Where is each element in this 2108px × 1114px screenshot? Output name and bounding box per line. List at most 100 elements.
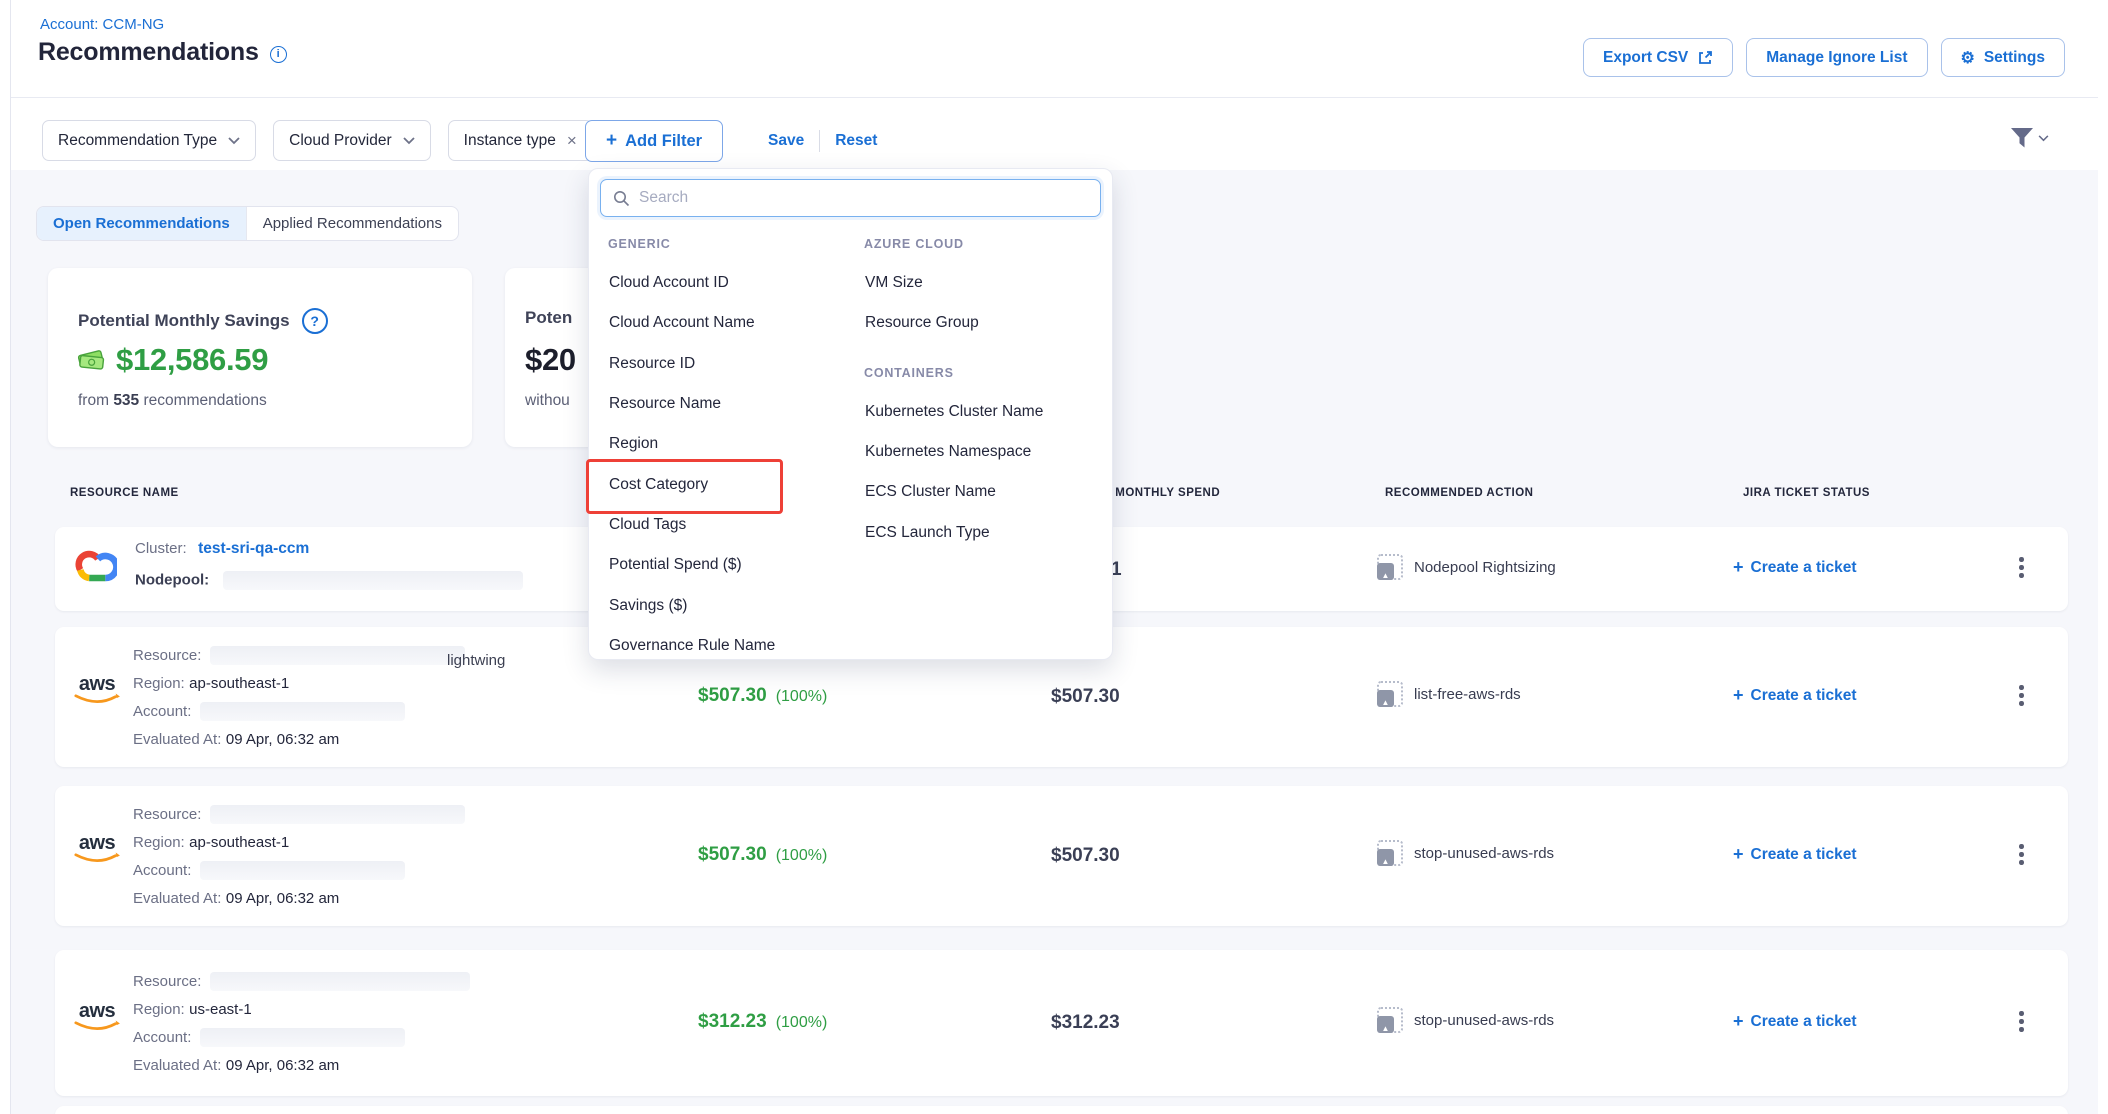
filter-option[interactable]: ECS Cluster Name xyxy=(864,472,1104,512)
table-row[interactable]: aws Resource: Region: us-east-1 Account:… xyxy=(55,950,2068,1096)
card-title-partial: Poten xyxy=(525,308,572,328)
row-field-label: Cluster: xyxy=(135,540,187,557)
savings-value: $12,586.59 xyxy=(116,342,268,378)
reset-filter-link[interactable]: Reset xyxy=(835,132,877,150)
evaluated-value: 09 Apr, 06:32 am xyxy=(226,890,339,907)
savings-cell: $507.30(100%) xyxy=(698,685,827,707)
search-input[interactable] xyxy=(639,189,1088,207)
plus-icon: + xyxy=(1733,1011,1744,1032)
row-field-label: Evaluated At: xyxy=(133,731,221,748)
filter-option[interactable]: Region xyxy=(608,424,853,464)
redacted-value xyxy=(200,1028,405,1047)
add-filter-button[interactable]: + Add Filter xyxy=(585,120,723,162)
recommended-action-cell: ▲ Nodepool Rightsizing xyxy=(1377,554,1556,580)
tab-open-recommendations[interactable]: Open Recommendations xyxy=(37,207,246,240)
plus-icon: + xyxy=(1733,557,1744,578)
redacted-value xyxy=(223,571,523,590)
action-label: stop-unused-aws-rds xyxy=(1414,1012,1554,1029)
row-field-label: Region: xyxy=(133,1001,185,1018)
redacted-value xyxy=(210,805,465,824)
spend-subtext-partial: withou xyxy=(525,392,570,410)
aws-logo-icon: aws xyxy=(71,1002,123,1033)
filter-option[interactable]: ECS Launch Type xyxy=(864,512,1104,552)
chevron-down-icon xyxy=(403,137,415,145)
settings-button[interactable]: ⚙ Settings xyxy=(1941,38,2066,77)
gcp-logo-icon xyxy=(73,549,117,585)
region-value: ap-southeast-1 xyxy=(189,675,289,692)
row-field-label: Account: xyxy=(133,1029,191,1046)
tab-applied-recommendations[interactable]: Applied Recommendations xyxy=(246,207,458,240)
export-csv-button[interactable]: Export CSV xyxy=(1583,38,1733,77)
spend-cell: $507.30 xyxy=(1051,845,1120,867)
help-icon[interactable]: ? xyxy=(302,308,328,334)
close-icon[interactable]: × xyxy=(567,131,577,151)
create-ticket-button[interactable]: + Create a ticket xyxy=(1733,685,1857,706)
filter-section-heading: CONTAINERS xyxy=(864,354,1104,392)
kebab-menu-icon[interactable] xyxy=(2013,838,2030,871)
filter-option[interactable]: Resource ID xyxy=(608,344,853,384)
action-label: list-free-aws-rds xyxy=(1414,686,1521,703)
filter-option[interactable]: Resource Group xyxy=(864,303,1104,343)
table-row[interactable]: aws Resource: Region: ap-southeast-1 Acc… xyxy=(55,786,2068,926)
manage-ignore-list-button[interactable]: Manage Ignore List xyxy=(1746,38,1927,77)
create-ticket-button[interactable]: + Create a ticket xyxy=(1733,844,1857,865)
kebab-menu-icon[interactable] xyxy=(2013,1005,2030,1038)
filter-option[interactable]: Governance Rule Name xyxy=(608,626,853,666)
resource-name-fragment: lightwing xyxy=(447,652,505,669)
filter-option[interactable]: Resource Name xyxy=(608,384,853,424)
divider xyxy=(819,130,820,152)
plus-icon: + xyxy=(606,130,617,152)
spend-cell: $507.30 xyxy=(1051,686,1120,708)
action-label: Nodepool Rightsizing xyxy=(1414,559,1556,576)
search-icon xyxy=(613,190,630,207)
filter-option[interactable]: Cloud Account Name xyxy=(608,303,853,343)
filter-option[interactable]: Cloud Account ID xyxy=(608,263,853,303)
filter-option[interactable]: VM Size xyxy=(864,263,1104,303)
gear-icon: ⚙ xyxy=(1961,48,1975,68)
row-field-label: Resource: xyxy=(133,973,201,990)
money-icon xyxy=(76,348,106,372)
aws-logo-icon: aws xyxy=(71,675,123,706)
add-filter-dropdown: GENERIC Cloud Account ID Cloud Account N… xyxy=(588,168,1113,660)
filter-chip-instance-type[interactable]: Instance type × xyxy=(448,120,593,161)
action-placeholder-icon: ▲ xyxy=(1377,681,1403,707)
action-label: stop-unused-aws-rds xyxy=(1414,845,1554,862)
aws-logo-icon: aws xyxy=(71,834,123,865)
filter-option-cost-category[interactable]: Cost Category xyxy=(608,464,853,504)
kebab-menu-icon[interactable] xyxy=(2013,679,2030,712)
create-ticket-button[interactable]: + Create a ticket xyxy=(1733,557,1857,578)
filter-chip-cloud-provider[interactable]: Cloud Provider xyxy=(273,120,431,161)
recommendations-tabs: Open Recommendations Applied Recommendat… xyxy=(36,206,459,241)
account-breadcrumb-link[interactable]: Account: CCM-NG xyxy=(40,16,164,33)
filter-option[interactable]: Cloud Tags xyxy=(608,505,853,545)
savings-cell: $507.30(100%) xyxy=(698,844,827,866)
row-field-label: Account: xyxy=(133,862,191,879)
create-ticket-button[interactable]: + Create a ticket xyxy=(1733,1011,1857,1032)
filter-funnel-control[interactable] xyxy=(2010,127,2049,149)
filter-option[interactable]: Savings ($) xyxy=(608,585,853,625)
kebab-menu-icon[interactable] xyxy=(2013,551,2030,584)
region-value: us-east-1 xyxy=(189,1001,252,1018)
redacted-value xyxy=(200,861,405,880)
spend-cell: $312.23 xyxy=(1051,1012,1120,1034)
redacted-value xyxy=(210,646,465,665)
redacted-value xyxy=(210,972,470,991)
recommended-action-cell: ▲ stop-unused-aws-rds xyxy=(1377,840,1554,866)
card-title: Potential Monthly Savings xyxy=(78,311,290,331)
filter-chip-recommendation-type[interactable]: Recommendation Type xyxy=(42,120,256,161)
info-icon[interactable]: i xyxy=(270,46,287,63)
search-box xyxy=(600,179,1101,217)
action-placeholder-icon: ▲ xyxy=(1377,840,1403,866)
recommendations-screen: Account: CCM-NG Recommendations i Export… xyxy=(0,0,2108,1114)
row-field-label: Evaluated At: xyxy=(133,1057,221,1074)
savings-subtext: from 535 recommendations xyxy=(78,392,267,410)
filter-option[interactable]: Kubernetes Cluster Name xyxy=(864,392,1104,432)
row-field-label: Resource: xyxy=(133,647,201,664)
recommended-action-cell: ▲ stop-unused-aws-rds xyxy=(1377,1007,1554,1033)
filter-option[interactable]: Potential Spend ($) xyxy=(608,545,853,585)
spend-value-partial: $20 xyxy=(525,342,576,378)
save-filter-link[interactable]: Save xyxy=(768,132,804,150)
recommended-action-cell: ▲ list-free-aws-rds xyxy=(1377,681,1521,707)
filter-option[interactable]: Kubernetes Namespace xyxy=(864,432,1104,472)
cluster-link[interactable]: test-sri-qa-ccm xyxy=(198,540,309,557)
